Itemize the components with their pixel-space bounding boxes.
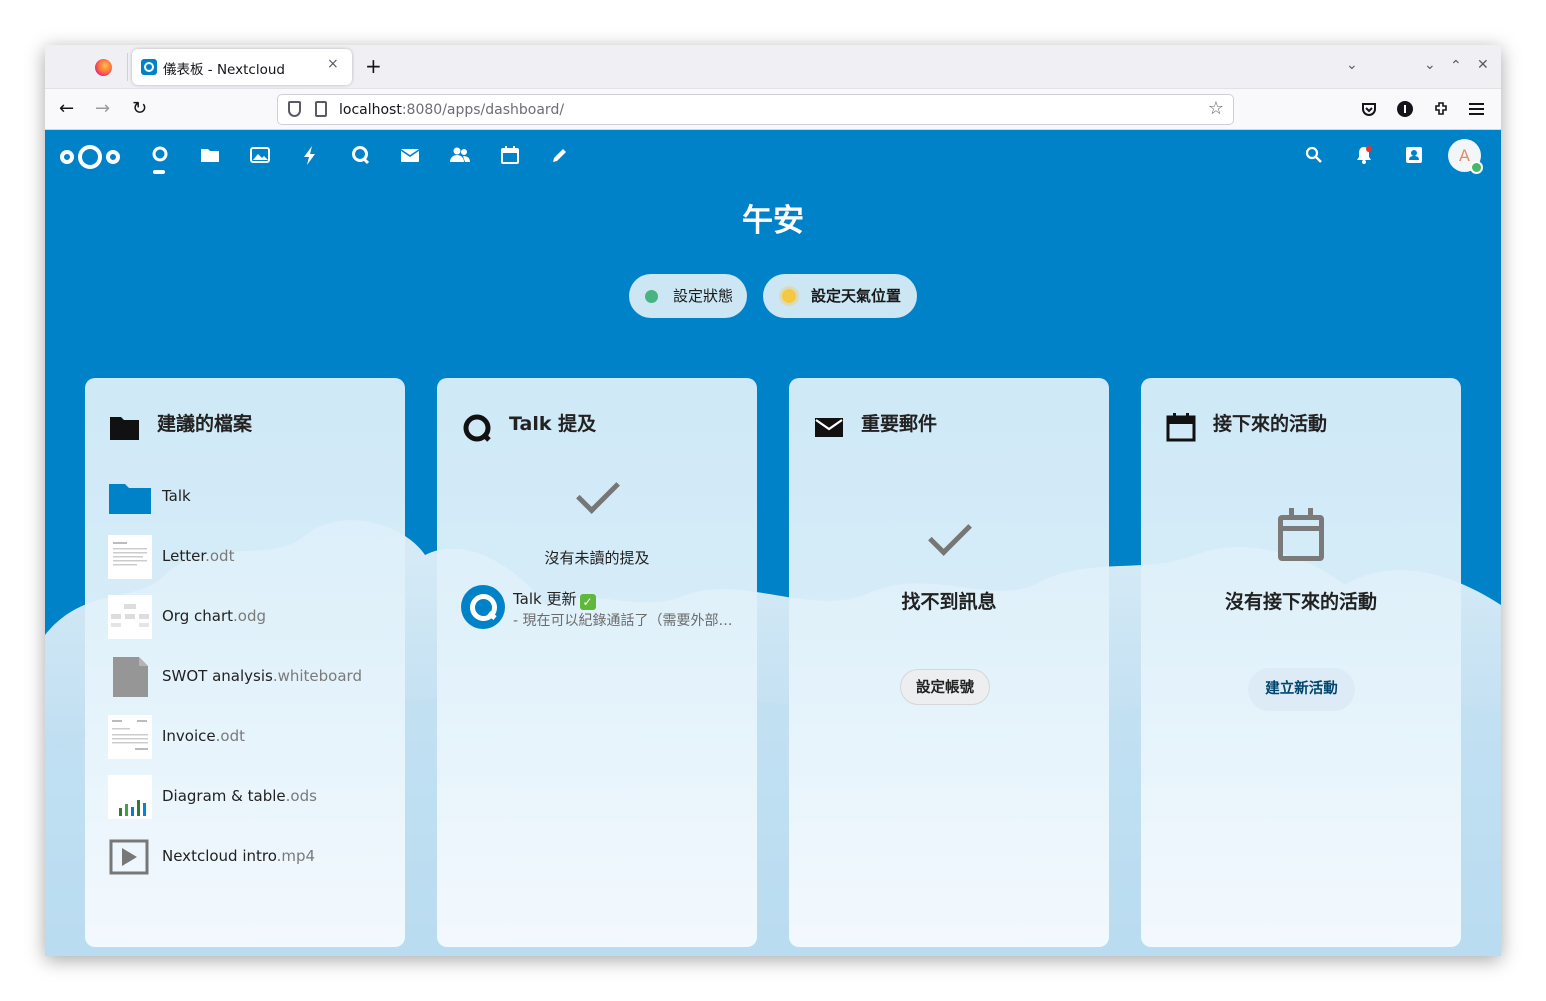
file-name: Letter.odt — [162, 547, 235, 565]
file-item[interactable]: Org chart.odg — [107, 594, 397, 640]
file-name: Nextcloud intro.mp4 — [162, 847, 316, 865]
files-icon[interactable] — [200, 145, 220, 165]
set-weather-label: 設定天氣位置 — [811, 287, 902, 305]
extensions-icon[interactable] — [1433, 100, 1450, 117]
dashboard-greeting: 午安 — [742, 203, 804, 239]
maximize-icon[interactable]: ⌃ — [1450, 58, 1462, 74]
calendar-icon — [1166, 413, 1196, 442]
weather-sun-icon — [782, 289, 796, 303]
search-icon[interactable] — [1304, 145, 1324, 165]
checkmark-icon — [576, 470, 620, 514]
file-item[interactable]: Diagram & table.ods — [107, 774, 397, 820]
calendar-empty-icon — [1278, 508, 1324, 561]
active-app-indicator — [153, 170, 165, 174]
menu-icon[interactable] — [1469, 102, 1484, 116]
file-item[interactable]: Nextcloud intro.mp4 — [107, 834, 397, 880]
list-all-tabs-icon[interactable]: ⌄ — [1346, 57, 1358, 73]
empty-message: 沒有接下來的活動 — [1224, 591, 1377, 613]
page-info-icon[interactable] — [315, 101, 327, 117]
folder-thumbnail-icon — [109, 484, 151, 514]
status-dot-icon — [645, 290, 658, 303]
widget-title: 建議的檔案 — [157, 413, 253, 435]
file-item[interactable]: SWOT analysis.whiteboard — [107, 654, 397, 700]
widget-talk-mentions: Talk 提及 沒有未讀的提及 Talk 更新 ✓ - 現在可以紀錄通話了（需要外… — [437, 378, 757, 947]
widget-upcoming-events: 接下來的活動 沒有接下來的活動 建立新活動 — [1141, 378, 1461, 947]
calendar-icon[interactable] — [500, 145, 520, 165]
url-bar[interactable]: localhost:8080/apps/dashboard/ ☆ — [277, 94, 1234, 125]
photos-icon[interactable] — [250, 145, 270, 165]
talk-item-title[interactable]: Talk 更新 ✓ — [513, 588, 596, 610]
pocket-icon[interactable] — [1361, 101, 1377, 117]
widget-title: 接下來的活動 — [1213, 413, 1328, 435]
contacts-menu-icon[interactable] — [1404, 145, 1424, 165]
talk-icon[interactable] — [350, 145, 370, 165]
activity-icon[interactable] — [300, 145, 320, 165]
tab-title: 儀表板 - Nextcloud — [163, 62, 285, 78]
tab-dashboard[interactable]: 儀表板 - Nextcloud × — [132, 49, 352, 85]
widget-important-mail: 重要郵件 找不到訊息 設定帳號 — [789, 378, 1109, 947]
file-name: Invoice.odt — [162, 727, 245, 745]
file-item[interactable]: Letter.odt — [107, 534, 397, 580]
online-status-indicator — [1470, 161, 1483, 174]
reload-button[interactable]: ↻ — [132, 98, 147, 119]
set-account-button[interactable]: 設定帳號 — [900, 669, 990, 705]
notifications-bell-icon[interactable] — [1354, 145, 1374, 165]
create-event-button[interactable]: 建立新活動 — [1248, 668, 1355, 711]
set-status-label: 設定狀態 — [673, 287, 734, 305]
extension-badge-icon[interactable] — [1397, 101, 1413, 117]
file-item[interactable]: Invoice.odt — [107, 714, 397, 760]
tab-close-icon[interactable]: × — [327, 56, 339, 72]
url-host: localhost — [339, 102, 402, 118]
forward-button[interactable]: → — [95, 98, 110, 119]
spreadsheet-thumbnail-icon — [108, 775, 152, 819]
tab-bar: 儀表板 - Nextcloud × + ⌄ ⌄ ⌃ ✕ — [45, 45, 1501, 89]
empty-message: 沒有未讀的提及 — [544, 549, 650, 567]
navigation-bar: ← → ↻ localhost:8080/apps/dashboard/ ☆ — [45, 89, 1501, 130]
notes-icon[interactable] — [550, 145, 570, 165]
folder-icon — [110, 417, 139, 440]
nextcloud-logo[interactable] — [60, 145, 122, 169]
file-name: Diagram & table.ods — [162, 787, 317, 805]
close-window-icon[interactable]: ✕ — [1477, 57, 1489, 73]
video-file-icon — [109, 839, 149, 875]
widget-title: Talk 提及 — [509, 413, 597, 435]
document-thumbnail-icon — [108, 535, 152, 579]
firefox-icon[interactable] — [95, 59, 112, 76]
set-status-button[interactable]: 設定狀態 — [629, 274, 747, 318]
talk-icon — [463, 414, 491, 442]
invoice-thumbnail-icon — [108, 715, 152, 759]
tracking-protection-icon[interactable] — [288, 101, 301, 117]
tab-separator — [127, 53, 128, 81]
nextcloud-favicon-icon — [141, 59, 157, 75]
url-path: :8080/apps/dashboard/ — [401, 102, 565, 118]
set-weather-location-button[interactable]: 設定天氣位置 — [763, 274, 917, 318]
dashboard-icon[interactable] — [150, 145, 170, 165]
widget-title: 重要郵件 — [861, 413, 938, 435]
mail-icon — [815, 418, 843, 437]
minimize-icon[interactable]: ⌄ — [1424, 57, 1436, 73]
file-name: Talk — [162, 487, 191, 505]
talk-conversation-avatar-icon[interactable] — [461, 585, 505, 629]
checkmark-icon — [928, 512, 972, 556]
nextcloud-header: A — [45, 130, 1501, 180]
browser-window: 儀表板 - Nextcloud × + ⌄ ⌄ ⌃ ✕ ← → ↻ localh… — [45, 45, 1501, 956]
url-text[interactable]: localhost:8080/apps/dashboard/ — [339, 102, 564, 118]
new-tab-button[interactable]: + — [365, 54, 382, 78]
drawing-thumbnail-icon — [108, 595, 152, 639]
file-name: Org chart.odg — [162, 607, 266, 625]
file-name: SWOT analysis.whiteboard — [162, 667, 362, 685]
file-item[interactable]: Talk — [107, 474, 397, 520]
widget-recommended-files: 建議的檔案 Talk Letter.odt Org chart.odg SWOT… — [85, 378, 405, 947]
whiteboard-file-icon — [113, 657, 148, 697]
check-emoji-icon: ✓ — [579, 594, 596, 610]
bookmark-star-icon[interactable]: ☆ — [1208, 98, 1224, 119]
contacts-icon[interactable] — [450, 145, 470, 165]
mail-icon[interactable] — [400, 145, 420, 165]
talk-item-subtitle[interactable]: - 現在可以紀錄通話了（需要外部錄製伺服器） — [513, 610, 737, 630]
empty-message: 找不到訊息 — [901, 591, 997, 613]
back-button[interactable]: ← — [59, 98, 74, 119]
